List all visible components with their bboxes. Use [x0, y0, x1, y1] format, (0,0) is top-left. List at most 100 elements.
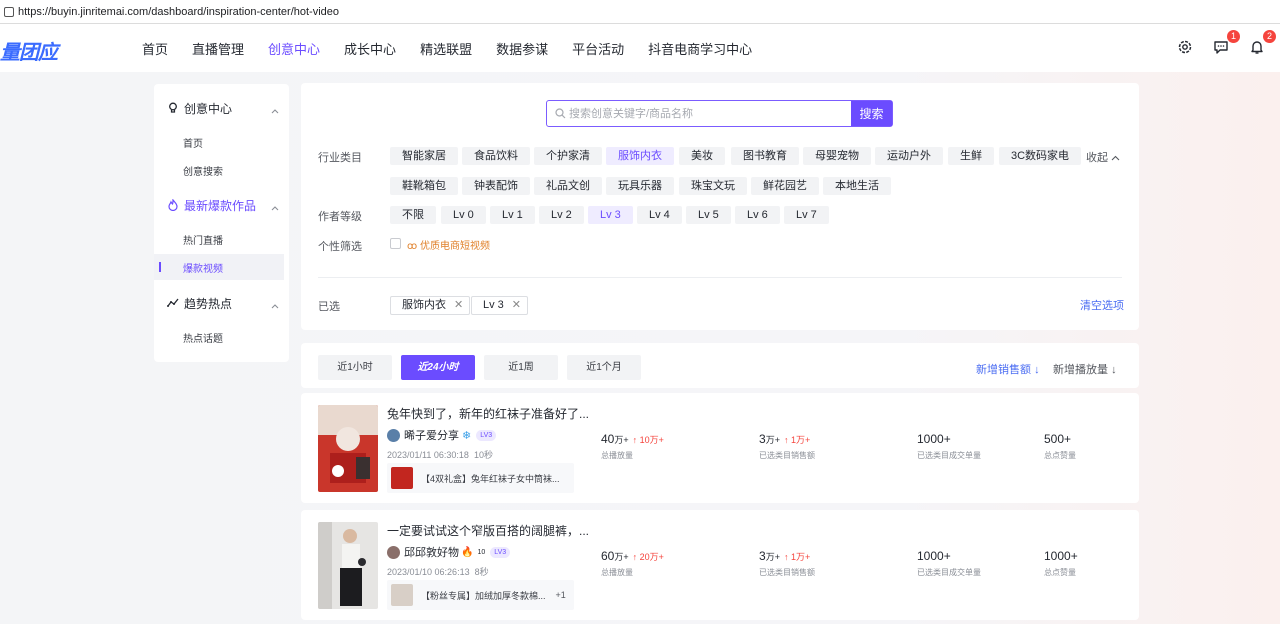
logo[interactable]: 量团应: [0, 36, 58, 65]
clear-filters-link[interactable]: 清空选项: [1080, 297, 1124, 313]
industry-tag[interactable]: 玩具乐器: [606, 177, 674, 195]
industry-tag[interactable]: 鲜花园艺: [751, 177, 819, 195]
author-name[interactable]: 晞子爱分享: [404, 427, 459, 443]
author-info: 邱邱敦好物 🔥 10 LV3: [387, 544, 511, 560]
close-icon[interactable]: ✕: [454, 299, 463, 311]
industry-tag[interactable]: 美妆: [679, 147, 725, 165]
stat-label: 总点赞量: [1044, 451, 1076, 460]
time-tab-1w[interactable]: 近1周: [484, 355, 558, 380]
video-title[interactable]: 兔年快到了，新年的红袜子准备好了...: [387, 405, 589, 422]
level-tag[interactable]: Lv 1: [490, 206, 535, 224]
stat-label: 已选类目销售额: [759, 451, 815, 460]
stat-label: 总点赞量: [1044, 568, 1076, 577]
stat-label: 已选类目成交单量: [917, 568, 981, 577]
level-tag[interactable]: Lv 5: [686, 206, 731, 224]
video-title[interactable]: 一定要试试这个窄版百搭的阔腿裤，...: [387, 522, 589, 539]
nav-item-creative[interactable]: 创意中心: [268, 39, 320, 58]
time-tab-24h[interactable]: 近24小时: [401, 355, 475, 380]
video-thumbnail[interactable]: [318, 522, 378, 609]
search-input[interactable]: [547, 101, 851, 126]
avatar[interactable]: [387, 428, 400, 442]
linked-product[interactable]: 【粉丝专属】加绒加厚冬款棉... +1: [387, 580, 574, 610]
message-icon[interactable]: 1: [1210, 30, 1240, 58]
stat-delta: ↑ 1万+: [783, 552, 811, 562]
industry-tag[interactable]: 鞋靴箱包: [390, 177, 458, 195]
industry-tag[interactable]: 3C数码家电: [999, 147, 1082, 165]
search-box: 搜索: [546, 100, 893, 127]
sidebar-item-hot-live[interactable]: 热门直播: [154, 226, 284, 252]
linked-product[interactable]: 【4双礼盒】兔年红袜子女中筒袜...: [387, 463, 574, 493]
stat-sales: 3万+ ↑ 1万+ 已选类目销售额: [759, 432, 815, 461]
nav-item-activity[interactable]: 平台活动: [572, 39, 624, 58]
stat-value: 1000+: [1044, 549, 1078, 563]
level-tag[interactable]: Lv 7: [784, 206, 829, 224]
bell-icon[interactable]: 2: [1246, 30, 1276, 58]
video-card[interactable]: 一定要试试这个窄版百搭的阔腿裤，... 邱邱敦好物 🔥 10 LV3 2023/…: [301, 510, 1139, 620]
stat-delta: ↑ 1万+: [783, 435, 811, 445]
industry-tag[interactable]: 珠宝文玩: [679, 177, 747, 195]
video-card[interactable]: 兔年快到了，新年的红袜子准备好了... 晞子爱分享 ❄ LV3 2023/01/…: [301, 393, 1139, 503]
industry-tag[interactable]: 个护家清: [534, 147, 602, 165]
stat-delta: ↑ 20万+: [632, 552, 664, 562]
sidebar-item-creative-search[interactable]: 创意搜索: [154, 157, 284, 183]
sidebar-item-home[interactable]: 首页: [154, 129, 284, 155]
stat-value: 60: [601, 549, 615, 563]
gear-icon[interactable]: [1174, 36, 1196, 58]
stat-label: 已选类目成交单量: [917, 451, 981, 460]
delta-value: 20万+: [639, 552, 664, 562]
browser-address-bar[interactable]: https://buyin.jinritemai.com/dashboard/i…: [0, 0, 1280, 24]
stat-orders: 1000+ 已选类目成交单量: [917, 432, 981, 461]
industry-tag-active[interactable]: 服饰内衣: [606, 147, 674, 165]
level-tag[interactable]: Lv 0: [441, 206, 486, 224]
industry-tag[interactable]: 运动户外: [875, 147, 943, 165]
duration: 8秒: [474, 567, 489, 577]
collapse-label: 收起: [1086, 152, 1108, 164]
nav-item-home[interactable]: 首页: [142, 39, 168, 58]
stat-plays: 40万+ ↑ 10万+ 总播放量: [601, 432, 664, 461]
level-badge: LV3: [476, 429, 497, 441]
author-name[interactable]: 邱邱敦好物: [404, 544, 459, 560]
industry-tag[interactable]: 母婴宠物: [803, 147, 871, 165]
stat-likes: 1000+ 总点赞量: [1044, 549, 1078, 578]
level-tag[interactable]: 不限: [390, 206, 436, 224]
collapse-toggle[interactable]: 收起: [1086, 149, 1120, 165]
sidebar-group-trends[interactable]: 趋势热点: [154, 289, 289, 317]
sidebar-item-hot-topics[interactable]: 热点话题: [154, 324, 284, 350]
url-text[interactable]: https://buyin.jinritemai.com/dashboard/i…: [18, 6, 339, 18]
level-tag[interactable]: Lv 4: [637, 206, 682, 224]
industry-tag[interactable]: 本地生活: [823, 177, 891, 195]
video-thumbnail[interactable]: [318, 405, 378, 492]
sidebar-group-creative[interactable]: 创意中心: [154, 94, 289, 122]
quality-video-option[interactable]: ꝏ 优质电商短视频: [407, 237, 490, 252]
industry-tag[interactable]: 食品饮料: [462, 147, 530, 165]
sort-by-plays[interactable]: 新增播放量 ↓: [1053, 361, 1117, 377]
sidebar-item-hot-video[interactable]: 爆款视频: [154, 254, 284, 280]
avatar[interactable]: [387, 545, 400, 559]
industry-tag[interactable]: 礼品文创: [534, 177, 602, 195]
nav-item-learning[interactable]: 抖音电商学习中心: [648, 39, 752, 58]
level-tag[interactable]: Lv 2: [539, 206, 584, 224]
nav-item-alliance[interactable]: 精选联盟: [420, 39, 472, 58]
level-tag-active[interactable]: Lv 3: [588, 206, 633, 224]
time-tab-1h[interactable]: 近1小时: [318, 355, 392, 380]
chevron-up-icon: [271, 200, 279, 214]
time-tab-1m[interactable]: 近1个月: [567, 355, 641, 380]
delta-value: 1万+: [790, 435, 811, 445]
close-icon[interactable]: ✕: [512, 299, 521, 311]
industry-tag[interactable]: 图书教育: [731, 147, 799, 165]
nav-item-data[interactable]: 数据参谋: [496, 39, 548, 58]
sidebar-group-hot-works[interactable]: 最新爆款作品: [154, 191, 289, 219]
nav-item-live[interactable]: 直播管理: [192, 39, 244, 58]
sidebar-group-label: 最新爆款作品: [184, 198, 257, 213]
industry-tag[interactable]: 智能家居: [390, 147, 458, 165]
nav-item-growth[interactable]: 成长中心: [344, 39, 396, 58]
product-title: 【粉丝专属】加绒加厚冬款棉...: [421, 590, 546, 601]
selected-tag-label: 服饰内衣: [402, 299, 446, 311]
industry-tag[interactable]: 生鲜: [948, 147, 994, 165]
stat-unit: 万+: [765, 552, 780, 562]
quality-video-checkbox[interactable]: [390, 238, 401, 249]
search-button[interactable]: 搜索: [851, 101, 892, 126]
sort-by-sales[interactable]: 新增销售额 ↓: [976, 361, 1040, 377]
level-tag[interactable]: Lv 6: [735, 206, 780, 224]
industry-tag[interactable]: 钟表配饰: [462, 177, 530, 195]
